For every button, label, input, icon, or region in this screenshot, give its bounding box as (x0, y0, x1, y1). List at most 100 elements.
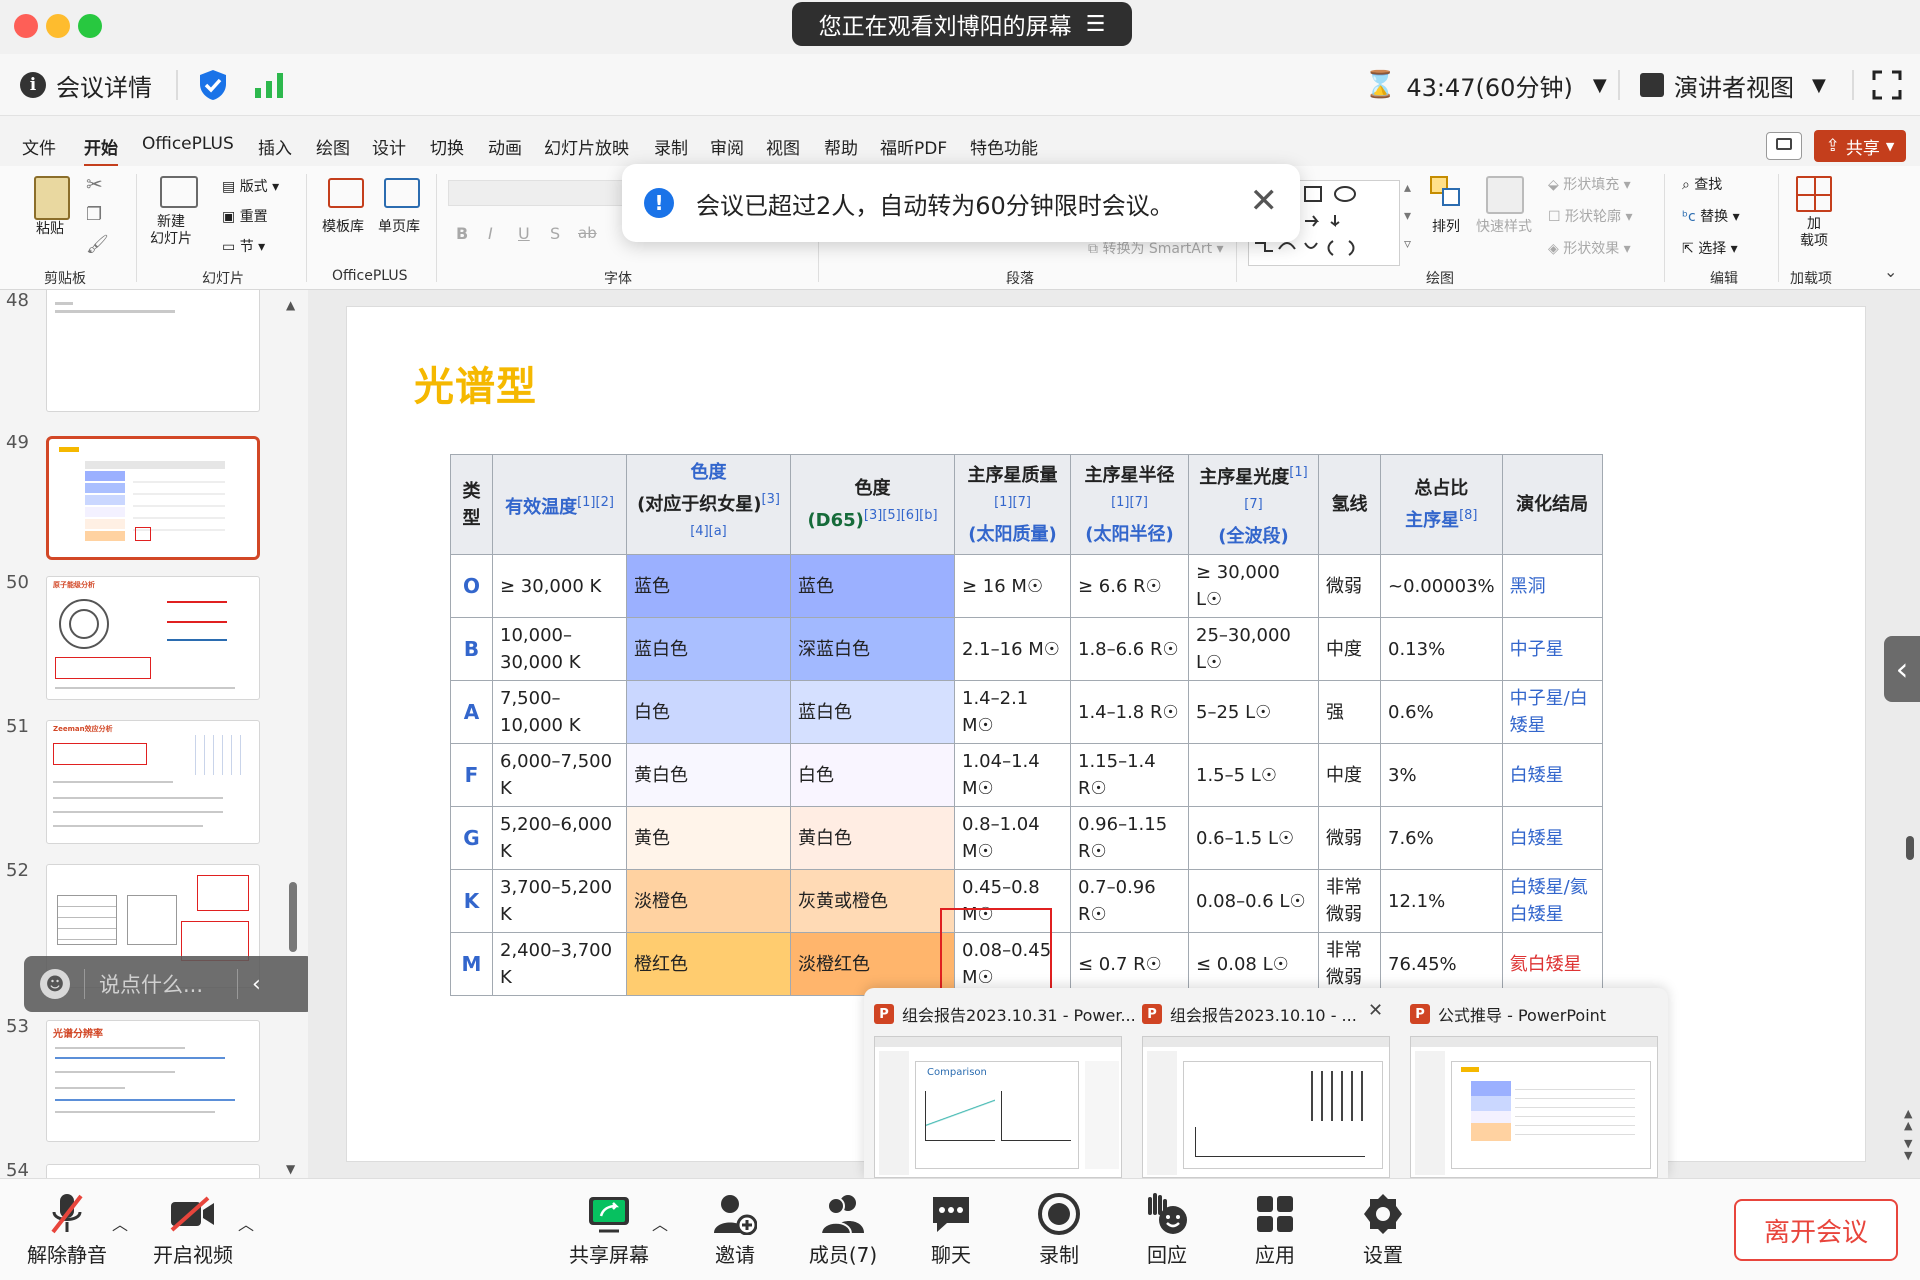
chat-input-bar[interactable]: ☻ 说点什么... ‹ (24, 956, 314, 1012)
luminosity-cell[interactable]: 0.6–1.5 L☉ (1188, 806, 1319, 870)
addins-icon[interactable] (1796, 176, 1832, 212)
hydrogen-cell[interactable]: 中度 (1318, 617, 1381, 681)
fraction-cell[interactable]: 12.1% (1380, 869, 1503, 933)
color-d65-cell[interactable]: 黄白色 (790, 806, 955, 870)
luminosity-cell[interactable]: 25–30,000 L☉ (1188, 617, 1319, 681)
color-vega-cell[interactable]: 蓝色 (626, 554, 791, 618)
format-painter-icon[interactable]: 🖌 (86, 234, 109, 255)
window-preview-title-1[interactable]: P 组会报告2023.10.31 - Power... (874, 1002, 1136, 1026)
close-icon[interactable]: ✕ (1250, 184, 1279, 218)
quick-styles-icon[interactable] (1486, 176, 1524, 214)
fraction-cell[interactable]: 3% (1380, 743, 1503, 807)
replace-button[interactable]: ᵇc 替换 ▾ (1682, 206, 1740, 226)
tab-home[interactable]: 开始 (84, 134, 118, 167)
tab-insert[interactable]: 插入 (258, 134, 292, 159)
strikethrough-icon[interactable]: ab (578, 224, 597, 242)
evolution-cell[interactable]: 白矮星 (1501, 806, 1603, 870)
tab-design[interactable]: 设计 (372, 134, 406, 159)
template-library-icon[interactable] (328, 178, 364, 208)
spectral-class-cell[interactable]: K (450, 869, 493, 933)
view-mode-dropdown[interactable]: 演讲者视图 ▼ (1640, 54, 1826, 116)
color-vega-cell[interactable]: 黄色 (626, 806, 791, 870)
window-preview-3[interactable] (1410, 1036, 1658, 1178)
shape-effects-button[interactable]: ◈ 形状效果 ▾ (1548, 238, 1631, 258)
close-window-button[interactable] (14, 14, 38, 38)
slide-thumbnail-48[interactable] (46, 290, 260, 412)
spectral-class-cell[interactable]: A (450, 680, 493, 744)
layout-button[interactable]: ▤ 版式 ▾ (222, 176, 279, 196)
shape-outline-button[interactable]: ☐ 形状轮廓 ▾ (1548, 206, 1633, 226)
fraction-cell[interactable]: 76.45% (1380, 932, 1503, 996)
tab-view[interactable]: 视图 (766, 134, 800, 159)
evolution-cell[interactable]: 中子星/白矮星 (1501, 680, 1603, 744)
slide-title[interactable]: 光谱型 (414, 354, 537, 412)
paste-icon[interactable] (34, 176, 70, 220)
radius-cell[interactable]: ≤ 0.7 R☉ (1070, 932, 1189, 996)
header-radius-refs[interactable]: [1][7] (1111, 495, 1148, 510)
chevron-up-icon[interactable]: ︿ (112, 1211, 128, 1235)
new-slide-icon[interactable] (160, 176, 198, 208)
share-document-button[interactable]: ⇪ 共享 ▼ (1814, 130, 1906, 162)
temperature-cell[interactable]: 10,000–30,000 K (492, 617, 627, 681)
header-radius-unit[interactable]: (太阳半径) (1085, 524, 1173, 545)
hydrogen-cell[interactable]: 微弱 (1318, 554, 1381, 618)
window-preview-1[interactable]: Comparison (874, 1036, 1122, 1178)
mass-cell[interactable]: 0.8–1.04 M☉ (954, 806, 1071, 870)
spectral-class-cell[interactable]: O (450, 554, 493, 618)
spectral-class-cell[interactable]: M (450, 932, 493, 996)
header-color2-refs[interactable]: [3][5][6][b] (864, 508, 938, 523)
gallery-more-icon[interactable]: ▿ (1404, 236, 1411, 252)
close-icon[interactable]: ✕ (1368, 1000, 1383, 1021)
hydrogen-cell[interactable]: 非常微弱 (1318, 932, 1381, 996)
radius-cell[interactable]: 1.4–1.8 R☉ (1070, 680, 1189, 744)
header-mass-refs[interactable]: [1][7] (994, 495, 1031, 510)
meeting-timer[interactable]: ⌛ 43:47(60分钟) ▼ (1364, 54, 1607, 116)
addins-button[interactable]: 加 载项 (1800, 216, 1828, 250)
header-color1-link[interactable]: 色度 (691, 462, 727, 483)
temperature-cell[interactable]: 2,400–3,700 K (492, 932, 627, 996)
mass-cell[interactable]: 1.04–1.4 M☉ (954, 743, 1071, 807)
hydrogen-cell[interactable]: 强 (1318, 680, 1381, 744)
single-page-library-icon[interactable] (384, 178, 420, 208)
react-button[interactable]: 回应 (1112, 1189, 1222, 1277)
color-vega-cell[interactable]: 蓝白色 (626, 617, 791, 681)
evolution-cell[interactable]: 中子星 (1501, 617, 1603, 681)
record-button[interactable]: 录制 (1004, 1189, 1114, 1277)
scroll-down-icon[interactable]: ▼ (286, 1162, 295, 1176)
color-d65-cell[interactable]: 蓝白色 (790, 680, 955, 744)
evolution-cell[interactable]: 黑洞 (1501, 554, 1603, 618)
tab-features[interactable]: 特色功能 (970, 134, 1038, 159)
screen-share-status[interactable]: 您正在观看刘博阳的屏幕 ☰ (792, 2, 1132, 46)
color-vega-cell[interactable]: 黄白色 (626, 743, 791, 807)
arrange-button[interactable]: 排列 (1432, 216, 1460, 236)
shape-fill-button[interactable]: ⬙ 形状填充 ▾ (1548, 174, 1631, 194)
radius-cell[interactable]: 0.96–1.15 R☉ (1070, 806, 1189, 870)
slide-scroll-thumb[interactable] (1906, 836, 1914, 860)
mass-cell[interactable]: ≥ 16 M☉ (954, 554, 1071, 618)
hydrogen-cell[interactable]: 微弱 (1318, 806, 1381, 870)
reset-button[interactable]: ▣ 重置 (222, 206, 268, 226)
gallery-scroll-up-icon[interactable]: ▴ (1404, 180, 1411, 196)
header-lum-unit[interactable]: (全波段) (1218, 526, 1288, 547)
mass-cell[interactable]: 1.4–2.1 M☉ (954, 680, 1071, 744)
slide-thumbnail-49[interactable] (46, 436, 260, 560)
italic-icon[interactable]: I (488, 224, 493, 243)
color-d65-cell[interactable]: 灰黄或橙色 (790, 869, 955, 933)
slide-thumbnail-51[interactable]: Zeeman效应分析 (46, 720, 260, 844)
color-vega-cell[interactable]: 橙红色 (626, 932, 791, 996)
previous-slide-icon[interactable]: ▲ ▲ (1904, 1108, 1912, 1132)
color-vega-cell[interactable]: 白色 (626, 680, 791, 744)
font-name-box[interactable] (448, 180, 648, 206)
section-button[interactable]: ▭ 节 ▾ (222, 236, 265, 256)
tab-officeplus[interactable]: OfficePLUS (142, 134, 234, 154)
settings-button[interactable]: 设置 (1328, 1189, 1438, 1277)
leave-meeting-button[interactable]: 离开会议 (1734, 1199, 1898, 1261)
find-button[interactable]: ⌕ 查找 (1682, 174, 1722, 194)
start-video-button[interactable]: 开启视频 (138, 1189, 248, 1277)
minimize-window-button[interactable] (46, 14, 70, 38)
color-d65-cell[interactable]: 白色 (790, 743, 955, 807)
quick-styles-button[interactable]: 快速样式 (1476, 216, 1532, 236)
header-mass-unit[interactable]: (太阳质量) (968, 524, 1056, 545)
chevron-up-icon[interactable]: ︿ (238, 1211, 254, 1235)
scroll-thumb[interactable] (289, 882, 297, 952)
